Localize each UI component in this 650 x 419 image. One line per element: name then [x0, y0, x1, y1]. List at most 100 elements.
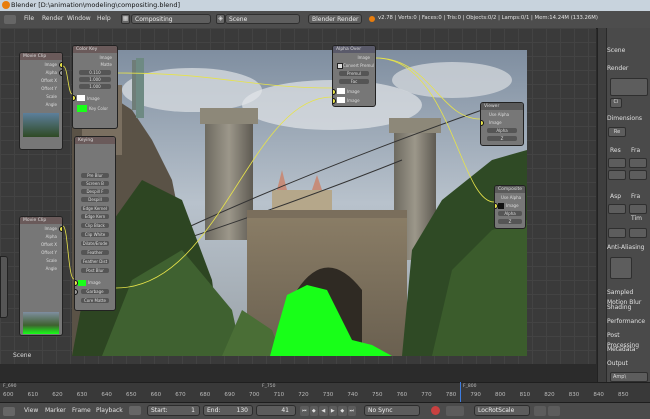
input-socket[interactable]	[75, 289, 78, 295]
menu-window[interactable]: Window	[67, 15, 91, 22]
render-engine-select[interactable]: Blender Render	[308, 14, 362, 24]
prev-keyframe-icon[interactable]: ◆	[309, 406, 318, 416]
scene-tab[interactable]: Scene	[607, 46, 650, 56]
preview-range-icon[interactable]	[129, 406, 141, 415]
keying-field[interactable]: Garbage	[81, 289, 109, 294]
resolution-x-field[interactable]	[608, 158, 626, 168]
frame-start-field[interactable]	[629, 158, 647, 168]
key-color-swatch[interactable]	[77, 105, 87, 112]
aspect-y-field[interactable]	[608, 228, 626, 238]
keying-field[interactable]: Edge Kern	[81, 214, 109, 219]
keying-field[interactable]: Feather	[81, 250, 109, 255]
jump-end-icon[interactable]: ⏭	[347, 406, 356, 416]
aa-samples-field[interactable]	[610, 257, 632, 279]
toolshelf-toggle[interactable]	[0, 256, 8, 318]
section-dimensions[interactable]: Dimensions	[607, 114, 650, 124]
render-preset-field[interactable]: Re	[608, 127, 626, 137]
alpha-over-node[interactable]: Alpha Over Image Convert Premul Premul F…	[332, 45, 376, 107]
delete-keyframe-icon[interactable]	[548, 406, 560, 416]
menu-view[interactable]: View	[24, 407, 38, 414]
properties-panel[interactable]: Scene Render Ci Dimensions Re Res Fra As…	[597, 28, 650, 382]
frame-end-field[interactable]	[629, 170, 647, 180]
menu-help[interactable]: Help	[97, 15, 111, 22]
output-socket[interactable]	[59, 70, 62, 76]
window-controls[interactable]	[618, 1, 648, 9]
next-keyframe-icon[interactable]: ◆	[338, 406, 347, 416]
fac-field[interactable]: Fac	[339, 79, 369, 84]
keying-field[interactable]: Clip Black	[81, 223, 109, 228]
aspect-x-field[interactable]	[608, 204, 626, 214]
keying-set-select[interactable]: LocRotScale	[474, 405, 530, 416]
keying-node[interactable]: Keying Pre Blur Screen B Despill F Despi…	[74, 136, 116, 311]
section-metadata[interactable]: Metadata	[607, 345, 650, 355]
menu-file[interactable]: File	[24, 15, 34, 22]
keying-field[interactable]: Screen B	[81, 181, 109, 186]
value-field[interactable]: 1.000	[79, 84, 111, 89]
output-socket[interactable]	[59, 226, 62, 232]
output-socket[interactable]	[59, 62, 62, 68]
insert-keyframe-icon[interactable]	[534, 406, 546, 416]
scene-field[interactable]: Scene	[225, 14, 300, 24]
value-field[interactable]: 1.000	[79, 77, 111, 82]
keying-field[interactable]: Post Blur	[81, 268, 109, 273]
z-field[interactable]: Z	[487, 136, 517, 141]
menu-frame[interactable]: Frame	[72, 407, 91, 414]
viewer-node[interactable]: Viewer Use Alpha Image Alpha Z	[480, 102, 524, 146]
movie-clip-node-1[interactable]: Movie Clip Image Alpha Offset X Offset Y…	[19, 52, 63, 150]
keying-field[interactable]: Edge Kernel	[81, 206, 109, 211]
keying-set-icon[interactable]	[446, 406, 464, 416]
section-anti-aliasing[interactable]: Anti-Aliasing	[607, 243, 650, 253]
end-frame-field[interactable]: End: 130	[203, 405, 253, 416]
input-socket[interactable]	[73, 95, 76, 101]
screen-layout-field[interactable]: Compositing	[131, 14, 211, 24]
node-editor[interactable]: Movie Clip Image Alpha Offset X Offset Y…	[0, 28, 596, 364]
input-socket[interactable]	[333, 89, 336, 95]
render-icons-row[interactable]	[610, 78, 648, 96]
node-header: Viewer	[481, 103, 523, 110]
render-layer-field[interactable]: Ci	[610, 98, 622, 108]
input-socket[interactable]	[333, 98, 336, 104]
section-motion-blur[interactable]: Sampled Motion Blur	[607, 288, 650, 306]
z-field[interactable]: Z	[498, 219, 522, 224]
composite-node[interactable]: Composite Use Alpha Image Alpha Z	[494, 185, 526, 229]
alpha-field[interactable]: Alpha	[487, 128, 517, 133]
section-performance[interactable]: Performance	[607, 317, 650, 327]
screen-layout-icon[interactable]: ▦	[121, 14, 130, 24]
play-reverse-icon[interactable]: ◀	[319, 406, 328, 416]
sync-mode-select[interactable]: No Sync	[364, 405, 420, 416]
input-socket[interactable]	[481, 120, 484, 126]
keying-field[interactable]: Clip White	[81, 232, 109, 237]
keying-field[interactable]: Despill F	[81, 189, 109, 194]
scene-icon[interactable]: ◈	[216, 14, 225, 24]
premul-field[interactable]: Premul	[339, 71, 369, 76]
section-post-processing[interactable]: Post Processing	[607, 331, 650, 349]
menu-marker[interactable]: Marker	[45, 407, 66, 414]
jump-start-icon[interactable]: ⏮	[300, 406, 309, 416]
keying-field[interactable]: Core Matte	[81, 298, 109, 303]
movie-clip-node-2[interactable]: Movie Clip Image Alpha Offset X Offset Y…	[19, 216, 63, 336]
timeline-editor-icon[interactable]	[3, 407, 15, 416]
keying-field[interactable]: Dilate/Erode	[81, 241, 109, 246]
menu-render[interactable]: Render	[42, 15, 63, 22]
record-icon[interactable]	[431, 406, 440, 415]
playback-controls[interactable]: ⏮ ◆ ◀ ▶ ◆ ⏭	[300, 406, 356, 416]
resolution-y-field[interactable]	[608, 170, 626, 180]
section-shading[interactable]: Shading	[607, 303, 650, 313]
alpha-field[interactable]: Alpha	[498, 211, 522, 216]
output-path-field[interactable]: Amp\	[610, 372, 648, 382]
keying-field[interactable]: Despill	[81, 197, 109, 202]
keying-field[interactable]: Feather Dist	[81, 259, 109, 264]
value-field[interactable]: 0.110	[79, 70, 111, 75]
frame-rate-field[interactable]	[629, 204, 647, 214]
keying-field[interactable]: Pre Blur	[81, 173, 109, 178]
editor-type-icon[interactable]	[4, 15, 16, 24]
play-icon[interactable]: ▶	[328, 406, 337, 416]
color-key-node[interactable]: Color Key Image Matte 0.110 1.000 1.000 …	[72, 45, 118, 129]
start-frame-field[interactable]: Start: 1	[147, 405, 200, 416]
timeline[interactable]: 600 610 620 630 640 650 660 670 680 690 700 710 720 7…	[0, 382, 650, 403]
menu-playback[interactable]: Playback	[96, 407, 123, 414]
render-tab[interactable]: Render	[607, 64, 650, 74]
time-remap-field[interactable]	[629, 228, 647, 238]
section-output[interactable]: Output	[607, 359, 650, 369]
current-frame-field[interactable]: 41	[256, 405, 296, 416]
